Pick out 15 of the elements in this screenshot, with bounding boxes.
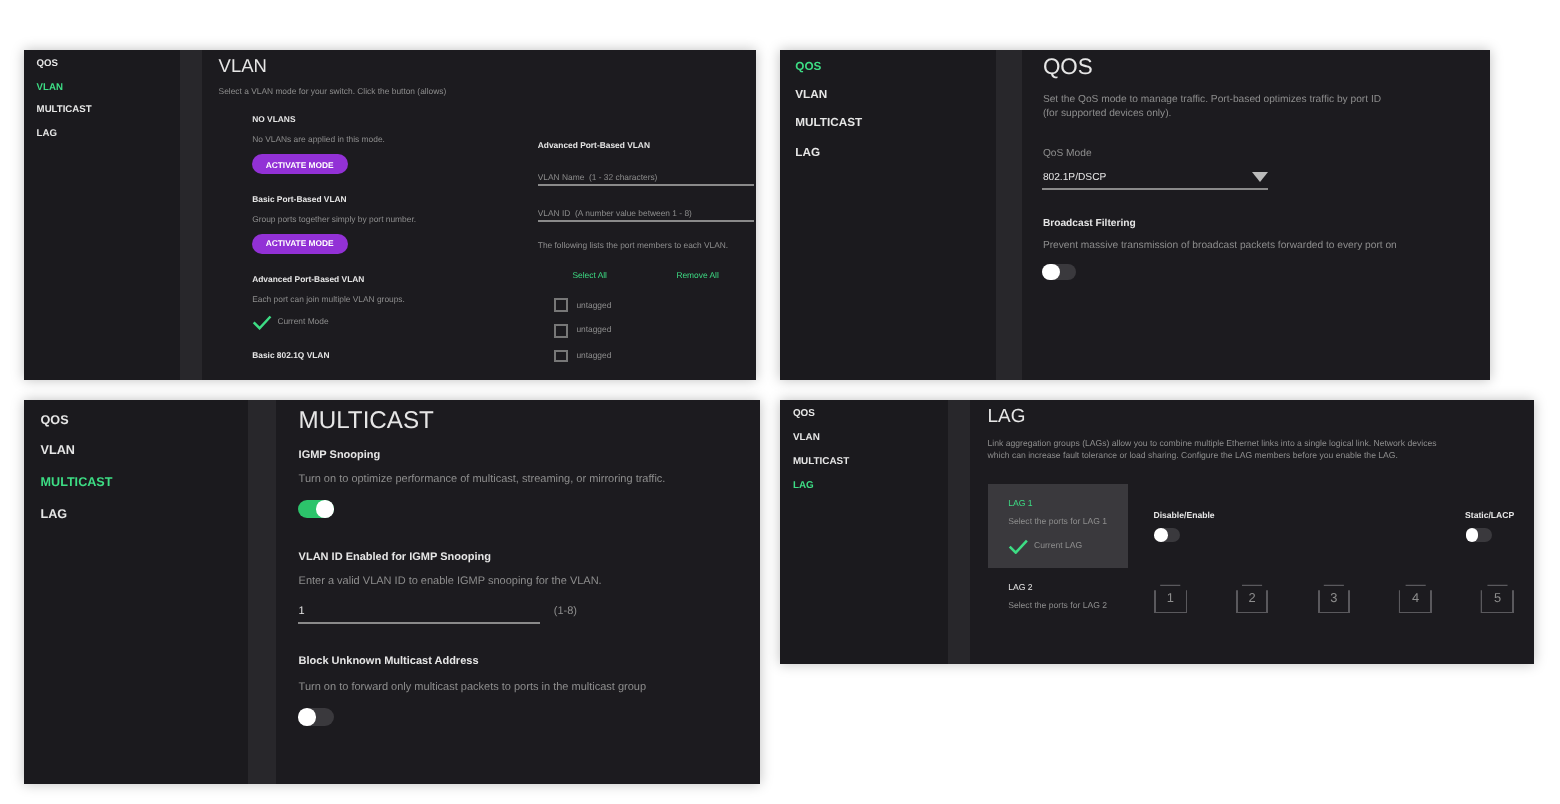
checkbox[interactable] <box>554 349 568 363</box>
page-title: MULTICAST <box>298 406 436 435</box>
toggle-switch[interactable] <box>1465 527 1493 542</box>
toggle-switch[interactable] <box>1042 264 1076 281</box>
page-title: VLAN <box>218 55 269 76</box>
checkbox[interactable] <box>554 324 568 338</box>
toggle-switch[interactable] <box>1153 527 1181 542</box>
page-title: LAG <box>987 405 1028 428</box>
toggle-switch[interactable] <box>298 708 334 726</box>
checkmark-icon <box>252 313 273 330</box>
checkmark-icon <box>1008 537 1029 555</box>
toggle-switch[interactable] <box>298 500 334 519</box>
checkbox[interactable] <box>554 298 568 313</box>
caret-icon <box>1251 172 1268 183</box>
page-title: QOS <box>1042 56 1095 81</box>
